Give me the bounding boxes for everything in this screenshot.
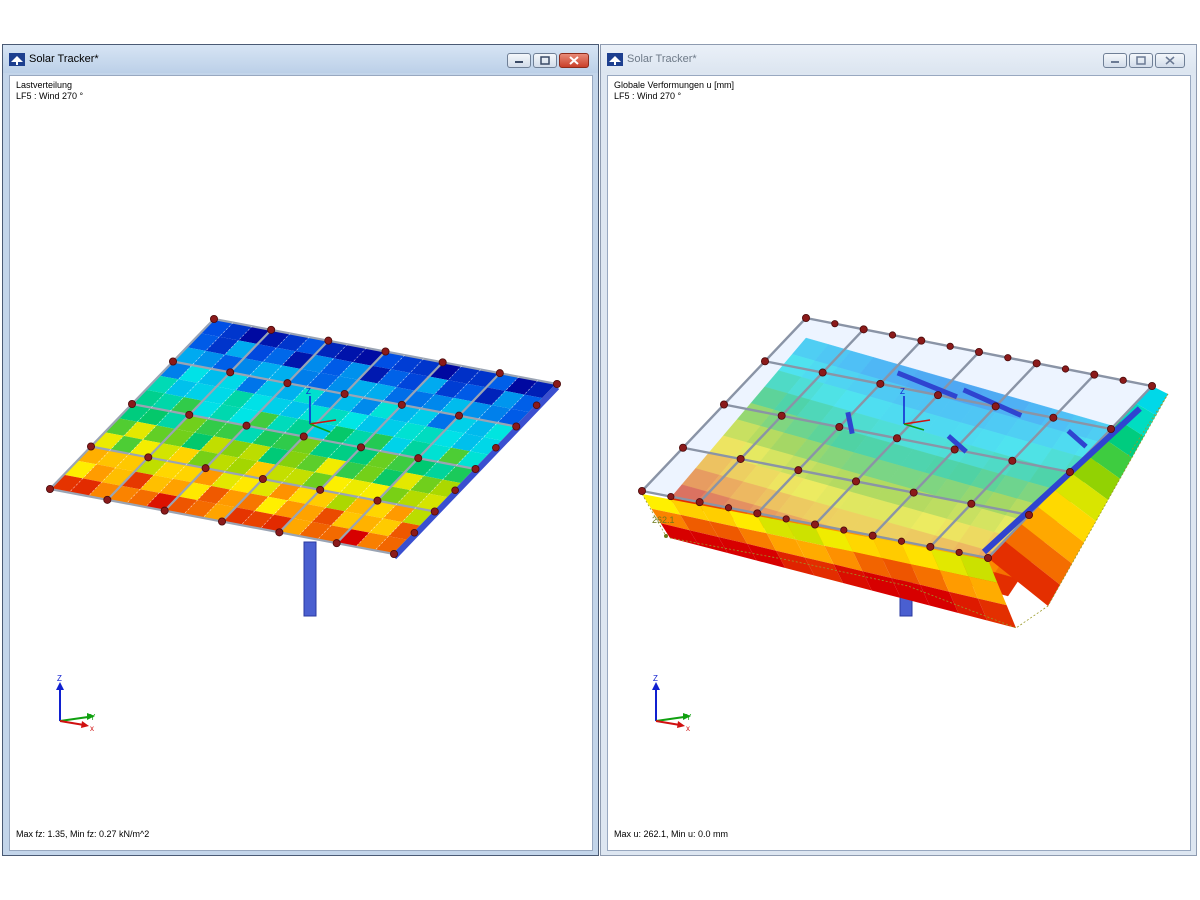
axis-y-label: Y	[90, 713, 96, 722]
left-viewport[interactable]: Lastverteilung LF5 : Wind 270 ° Z Z Y x	[9, 75, 593, 851]
axis-triad: Z Y x	[56, 674, 96, 733]
axis-z-label: Z	[57, 674, 62, 683]
close-icon	[1165, 56, 1175, 65]
minimize-icon	[515, 61, 523, 63]
close-button[interactable]	[559, 53, 589, 68]
maximize-icon	[540, 56, 550, 65]
close-icon	[569, 56, 579, 65]
left-titlebar[interactable]: Solar Tracker*	[3, 45, 598, 73]
left-model-view[interactable]: Z Z Y x	[10, 76, 593, 851]
right-viewport[interactable]: Globale Verformungen u [mm] LF5 : Wind 2…	[607, 75, 1191, 851]
maximize-icon	[1136, 56, 1146, 65]
app-icon	[9, 53, 25, 66]
right-window[interactable]: Solar Tracker* Globale Verformungen u [m…	[600, 44, 1197, 856]
window-title: Solar Tracker*	[29, 53, 99, 65]
axis-z-label: Z	[653, 674, 658, 683]
axis-y-label: Y	[686, 713, 692, 722]
result-summary: Max u: 262.1, Min u: 0.0 mm	[614, 829, 729, 839]
axis-x-label: x	[686, 724, 690, 733]
center-z-label: Z	[306, 387, 311, 396]
minimize-button[interactable]	[507, 53, 531, 68]
minimize-icon	[1111, 61, 1119, 63]
close-button[interactable]	[1155, 53, 1185, 68]
axis-triad: Z Y x	[652, 674, 692, 733]
maximize-button[interactable]	[533, 53, 557, 68]
maximize-button[interactable]	[1129, 53, 1153, 68]
app-icon	[607, 53, 623, 66]
axis-x-label: x	[90, 724, 94, 733]
center-z-label: Z	[900, 387, 905, 396]
max-deformation-annotation: 262.1	[652, 515, 675, 525]
window-title: Solar Tracker*	[627, 53, 697, 65]
left-window[interactable]: Solar Tracker* Lastverteilung LF5 : Wind…	[2, 44, 599, 856]
minimize-button[interactable]	[1103, 53, 1127, 68]
deformation-model	[637, 313, 1169, 629]
load-distribution-model	[46, 314, 562, 617]
result-summary: Max fz: 1.35, Min fz: 0.27 kN/m^2	[16, 829, 150, 839]
right-model-view[interactable]: 262.1 Z Z Y x	[608, 76, 1191, 851]
right-titlebar[interactable]: Solar Tracker*	[601, 45, 1196, 73]
